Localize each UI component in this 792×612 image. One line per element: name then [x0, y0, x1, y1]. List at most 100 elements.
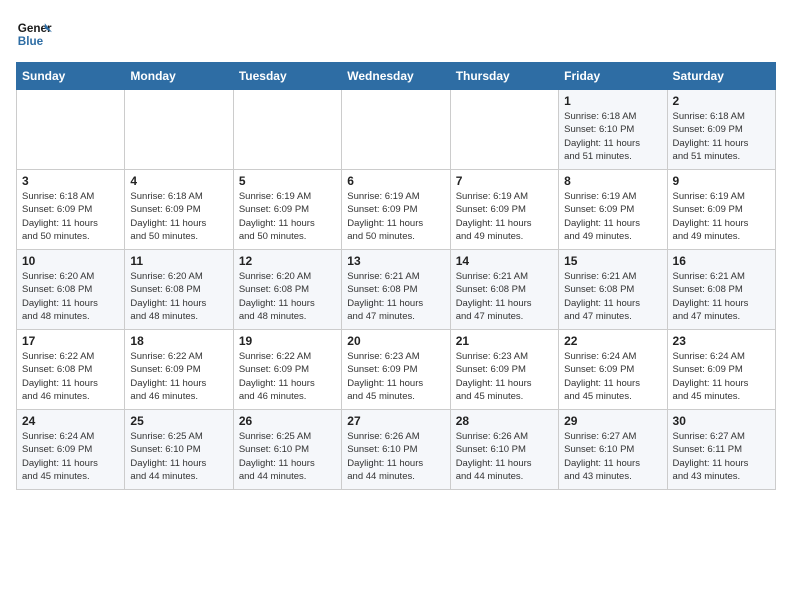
calendar-cell: 25 Sunrise: 6:25 AM Sunset: 6:10 PM Dayli…	[125, 410, 233, 490]
day-number: 23	[673, 334, 770, 348]
day-number: 27	[347, 414, 444, 428]
day-info: Sunrise: 6:27 AM Sunset: 6:10 PM Dayligh…	[564, 430, 661, 483]
day-number: 16	[673, 254, 770, 268]
calendar-cell	[342, 90, 450, 170]
calendar-cell: 9Sunrise: 6:19 AM Sunset: 6:09 PM Daylig…	[667, 170, 775, 250]
calendar-cell: 7 Sunrise: 6:19 AM Sunset: 6:09 PM Daylig…	[450, 170, 558, 250]
calendar-cell: 2 Sunrise: 6:18 AM Sunset: 6:09 PM Daylig…	[667, 90, 775, 170]
day-number: 5	[239, 174, 336, 188]
day-number: 21	[456, 334, 553, 348]
calendar-cell: 16 Sunrise: 6:21 AM Sunset: 6:08 PM Dayli…	[667, 250, 775, 330]
day-number: 14	[456, 254, 553, 268]
day-number: 24	[22, 414, 119, 428]
calendar-cell: 18 Sunrise: 6:22 AM Sunset: 6:09 PM Dayli…	[125, 330, 233, 410]
day-info: Sunrise: 6:19 AM Sunset: 6:09 PM Dayligh…	[564, 190, 661, 243]
day-info: Sunrise: 6:20 AM Sunset: 6:08 PM Dayligh…	[22, 270, 119, 323]
day-info: Sunrise: 6:23 AM Sunset: 6:09 PM Dayligh…	[347, 350, 444, 403]
calendar-cell: 6 Sunrise: 6:19 AM Sunset: 6:09 PM Daylig…	[342, 170, 450, 250]
day-info: Sunrise: 6:21 AM Sunset: 6:08 PM Dayligh…	[673, 270, 770, 323]
calendar-cell: 13 Sunrise: 6:21 AM Sunset: 6:08 PM Dayli…	[342, 250, 450, 330]
logo-icon: General Blue	[16, 16, 52, 52]
calendar-week-3: 10 Sunrise: 6:20 AM Sunset: 6:08 PM Dayli…	[17, 250, 776, 330]
day-number: 28	[456, 414, 553, 428]
day-number: 10	[22, 254, 119, 268]
page-header: General Blue	[16, 16, 776, 52]
calendar-cell	[17, 90, 125, 170]
day-info: Sunrise: 6:25 AM Sunset: 6:10 PM Dayligh…	[130, 430, 227, 483]
calendar-cell	[233, 90, 341, 170]
day-info: Sunrise: 6:21 AM Sunset: 6:08 PM Dayligh…	[347, 270, 444, 323]
weekday-header-tuesday: Tuesday	[233, 63, 341, 90]
weekday-header-saturday: Saturday	[667, 63, 775, 90]
day-number: 9	[673, 174, 770, 188]
day-number: 29	[564, 414, 661, 428]
day-info: Sunrise: 6:18 AM Sunset: 6:09 PM Dayligh…	[130, 190, 227, 243]
day-number: 18	[130, 334, 227, 348]
day-info: Sunrise: 6:21 AM Sunset: 6:08 PM Dayligh…	[456, 270, 553, 323]
day-info: Sunrise: 6:19 AM Sunset: 6:09 PM Dayligh…	[239, 190, 336, 243]
calendar-cell	[125, 90, 233, 170]
day-info: Sunrise: 6:22 AM Sunset: 6:09 PM Dayligh…	[239, 350, 336, 403]
day-info: Sunrise: 6:18 AM Sunset: 6:09 PM Dayligh…	[673, 110, 770, 163]
day-number: 22	[564, 334, 661, 348]
day-info: Sunrise: 6:24 AM Sunset: 6:09 PM Dayligh…	[564, 350, 661, 403]
calendar-cell: 28 Sunrise: 6:26 AM Sunset: 6:10 PM Dayli…	[450, 410, 558, 490]
day-info: Sunrise: 6:22 AM Sunset: 6:08 PM Dayligh…	[22, 350, 119, 403]
calendar-cell: 11 Sunrise: 6:20 AM Sunset: 6:08 PM Dayli…	[125, 250, 233, 330]
calendar-body: 1 Sunrise: 6:18 AM Sunset: 6:10 PM Daylig…	[17, 90, 776, 490]
day-number: 20	[347, 334, 444, 348]
day-info: Sunrise: 6:26 AM Sunset: 6:10 PM Dayligh…	[347, 430, 444, 483]
day-number: 6	[347, 174, 444, 188]
svg-text:Blue: Blue	[18, 35, 44, 48]
day-info: Sunrise: 6:18 AM Sunset: 6:10 PM Dayligh…	[564, 110, 661, 163]
calendar-cell: 5 Sunrise: 6:19 AM Sunset: 6:09 PM Daylig…	[233, 170, 341, 250]
day-info: Sunrise: 6:25 AM Sunset: 6:10 PM Dayligh…	[239, 430, 336, 483]
calendar-cell: 21 Sunrise: 6:23 AM Sunset: 6:09 PM Dayli…	[450, 330, 558, 410]
calendar-table: SundayMondayTuesdayWednesdayThursdayFrid…	[16, 62, 776, 490]
weekday-header-sunday: Sunday	[17, 63, 125, 90]
day-number: 7	[456, 174, 553, 188]
day-info: Sunrise: 6:19 AM Sunset: 6:09 PM Dayligh…	[347, 190, 444, 243]
day-info: Sunrise: 6:18 AM Sunset: 6:09 PM Dayligh…	[22, 190, 119, 243]
weekday-header-thursday: Thursday	[450, 63, 558, 90]
day-number: 30	[673, 414, 770, 428]
weekday-header-friday: Friday	[559, 63, 667, 90]
day-number: 13	[347, 254, 444, 268]
day-number: 26	[239, 414, 336, 428]
calendar-cell: 4Sunrise: 6:18 AM Sunset: 6:09 PM Daylig…	[125, 170, 233, 250]
day-number: 19	[239, 334, 336, 348]
day-info: Sunrise: 6:24 AM Sunset: 6:09 PM Dayligh…	[22, 430, 119, 483]
calendar-cell: 27 Sunrise: 6:26 AM Sunset: 6:10 PM Dayli…	[342, 410, 450, 490]
day-number: 12	[239, 254, 336, 268]
day-info: Sunrise: 6:27 AM Sunset: 6:11 PM Dayligh…	[673, 430, 770, 483]
calendar-cell: 14 Sunrise: 6:21 AM Sunset: 6:08 PM Dayli…	[450, 250, 558, 330]
calendar-header: SundayMondayTuesdayWednesdayThursdayFrid…	[17, 63, 776, 90]
logo: General Blue	[16, 16, 52, 52]
day-info: Sunrise: 6:26 AM Sunset: 6:10 PM Dayligh…	[456, 430, 553, 483]
calendar-cell: 10 Sunrise: 6:20 AM Sunset: 6:08 PM Dayli…	[17, 250, 125, 330]
day-number: 25	[130, 414, 227, 428]
weekday-header-monday: Monday	[125, 63, 233, 90]
day-info: Sunrise: 6:20 AM Sunset: 6:08 PM Dayligh…	[130, 270, 227, 323]
day-number: 15	[564, 254, 661, 268]
calendar-cell: 29 Sunrise: 6:27 AM Sunset: 6:10 PM Dayli…	[559, 410, 667, 490]
day-number: 2	[673, 94, 770, 108]
day-info: Sunrise: 6:20 AM Sunset: 6:08 PM Dayligh…	[239, 270, 336, 323]
day-number: 1	[564, 94, 661, 108]
calendar-cell: 1 Sunrise: 6:18 AM Sunset: 6:10 PM Daylig…	[559, 90, 667, 170]
day-number: 3	[22, 174, 119, 188]
calendar-cell: 17 Sunrise: 6:22 AM Sunset: 6:08 PM Dayli…	[17, 330, 125, 410]
weekday-header-wednesday: Wednesday	[342, 63, 450, 90]
day-info: Sunrise: 6:21 AM Sunset: 6:08 PM Dayligh…	[564, 270, 661, 323]
calendar-week-1: 1 Sunrise: 6:18 AM Sunset: 6:10 PM Daylig…	[17, 90, 776, 170]
calendar-cell: 20 Sunrise: 6:23 AM Sunset: 6:09 PM Dayli…	[342, 330, 450, 410]
day-info: Sunrise: 6:19 AM Sunset: 6:09 PM Dayligh…	[456, 190, 553, 243]
day-info: Sunrise: 6:23 AM Sunset: 6:09 PM Dayligh…	[456, 350, 553, 403]
calendar-cell: 15 Sunrise: 6:21 AM Sunset: 6:08 PM Dayli…	[559, 250, 667, 330]
day-number: 11	[130, 254, 227, 268]
calendar-cell: 19 Sunrise: 6:22 AM Sunset: 6:09 PM Dayli…	[233, 330, 341, 410]
day-info: Sunrise: 6:22 AM Sunset: 6:09 PM Dayligh…	[130, 350, 227, 403]
day-number: 17	[22, 334, 119, 348]
calendar-cell	[450, 90, 558, 170]
calendar-cell: 22 Sunrise: 6:24 AM Sunset: 6:09 PM Dayli…	[559, 330, 667, 410]
